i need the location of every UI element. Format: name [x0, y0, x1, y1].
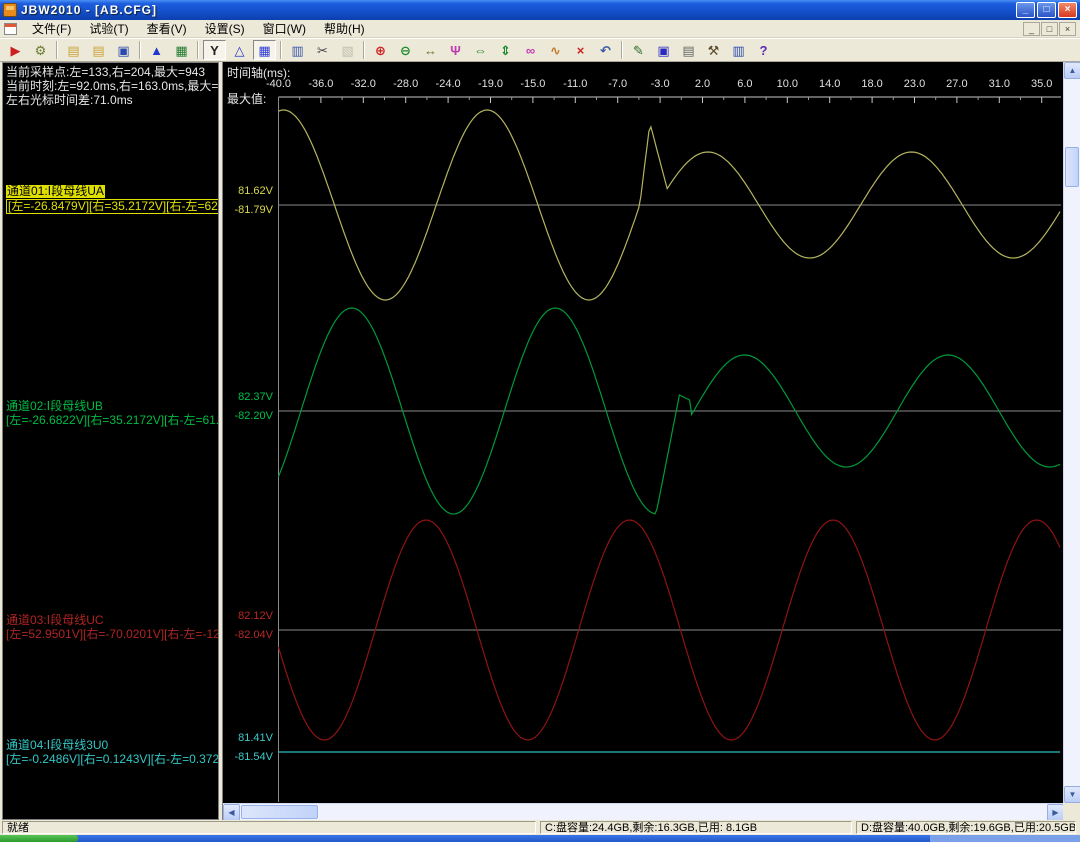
cursor-info: 当前采样点:左=133,右=204,最大=943 当前时刻:左=92.0ms,右…	[6, 65, 219, 107]
channel-block-2[interactable]: 通道02:Ⅰ段母线UB [左=-26.6822V][右=35.2172V][右-…	[6, 399, 219, 427]
tools-hammer-button[interactable]: ⚒	[702, 40, 725, 60]
channel-2-values: [左=-26.6822V][右=35.2172V][右-左=61.8994V]	[6, 414, 219, 427]
channel-4-values: [左=-0.2486V][右=0.1243V][右-左=0.3729V]	[6, 753, 219, 766]
run-button[interactable]: ▶	[4, 40, 27, 60]
compress-time-button[interactable]: ↔	[419, 40, 442, 60]
toolbar-separator	[139, 41, 141, 59]
undo-button[interactable]: ↶	[594, 40, 617, 60]
horizontal-scroll-thumb[interactable]	[241, 805, 318, 819]
overlap-waves-button[interactable]: ∞	[519, 40, 542, 60]
app-window: JBW2010 - [AB.CFG] _ □ × 文件(F)试验(T)查看(V)…	[0, 0, 1080, 842]
toolbar-separator	[363, 41, 365, 59]
status-disk-c: C:盘容量:24.4GB,剩余:16.3GB,已用: 8.1GB	[540, 821, 852, 834]
scroll-left-button[interactable]: ◀	[223, 804, 240, 820]
delta-mode-button[interactable]: △	[228, 40, 251, 60]
cursor-select-button[interactable]: Ψ	[444, 40, 467, 60]
channel-3-values: [左=52.9501V][右=-70.0201V][右-左=-122.9702V…	[6, 628, 219, 641]
menu-item-window[interactable]: 窗口(W)	[254, 19, 315, 38]
cursor-delta-line: 左右光标时间差:71.0ms	[6, 93, 219, 107]
expand-time-button[interactable]: ⇔	[469, 40, 492, 60]
scroll-right-button[interactable]: ▶	[1047, 804, 1064, 820]
child-window-icon	[4, 23, 17, 35]
delete-wave-button[interactable]: ×	[569, 40, 592, 60]
waveform-plot[interactable]	[223, 62, 1064, 803]
edit-notes-button[interactable]: ✎	[627, 40, 650, 60]
main-area: 当前采样点:左=133,右=204,最大=943 当前时刻:左=92.0ms,右…	[0, 62, 1080, 820]
horizontal-scrollbar[interactable]: ◀ ▶	[223, 803, 1064, 820]
system-tray	[930, 835, 1080, 842]
vertical-scrollbar[interactable]: ▲ ▼	[1063, 62, 1080, 803]
vertical-scroll-thumb[interactable]	[1065, 147, 1079, 187]
channel-2-title: 通道02:Ⅰ段母线UB	[6, 400, 103, 413]
wave-window-button[interactable]: ▦	[253, 40, 276, 60]
app-icon	[3, 3, 17, 17]
y-axis-mode-button[interactable]: Y	[203, 40, 226, 60]
channel-info-panel: 当前采样点:左=133,右=204,最大=943 当前时刻:左=92.0ms,右…	[2, 62, 219, 820]
title-bar: JBW2010 - [AB.CFG] _ □ ×	[0, 0, 1080, 20]
save-button[interactable]: ▣	[112, 40, 135, 60]
menu-item-settings[interactable]: 设置(S)	[196, 19, 254, 38]
channel-3-title: 通道03:Ⅰ段母线UC	[6, 614, 104, 627]
menu-item-help[interactable]: 帮助(H)	[315, 19, 374, 38]
help-button[interactable]: ?	[752, 40, 775, 60]
toolbar-separator	[280, 41, 282, 59]
start-button[interactable]	[0, 835, 78, 842]
menu-bar: 文件(F)试验(T)查看(V)设置(S)窗口(W)帮助(H) _ □ ×	[0, 20, 1080, 38]
bitmap-view-button[interactable]: ▦	[170, 40, 193, 60]
status-disk-d: D:盘容量:40.0GB,剩余:19.6GB,已用:20.5GB	[856, 821, 1076, 834]
copy-button[interactable]: ▥	[286, 40, 309, 60]
child-minimize-button[interactable]: _	[1023, 22, 1040, 36]
scroll-down-button[interactable]: ▼	[1064, 786, 1080, 803]
minimize-button[interactable]: _	[1016, 2, 1035, 18]
scroll-up-button[interactable]: ▲	[1064, 62, 1080, 79]
current-time-line: 当前时刻:左=92.0ms,右=163.0ms,最大=3659.0ms	[6, 79, 219, 93]
monitor-view-button[interactable]: ▣	[652, 40, 675, 60]
sine-ref-button[interactable]: ∿	[544, 40, 567, 60]
channel-block-3[interactable]: 通道03:Ⅰ段母线UC [左=52.9501V][右=-70.0201V][右-…	[6, 613, 219, 641]
toolbar-separator	[197, 41, 199, 59]
scrollbar-corner	[1063, 803, 1080, 820]
close-button[interactable]: ×	[1058, 2, 1077, 18]
zoom-out-button[interactable]: ⊖	[394, 40, 417, 60]
paste-button[interactable]: ▧	[336, 40, 359, 60]
child-close-button[interactable]: ×	[1059, 22, 1076, 36]
channel-block-4[interactable]: 通道04:Ⅰ段母线3U0 [左=-0.2486V][右=0.1243V][右-左…	[6, 738, 219, 766]
menu-item-test[interactable]: 试验(T)	[80, 19, 137, 38]
zoom-in-button[interactable]: ⊕	[369, 40, 392, 60]
open-config-button[interactable]: ▤	[62, 40, 85, 60]
status-ready: 就绪	[2, 821, 536, 834]
sample-points-line: 当前采样点:左=133,右=204,最大=943	[6, 65, 219, 79]
settings-gears-button[interactable]: ⚙	[29, 40, 52, 60]
os-taskbar[interactable]	[0, 835, 1080, 842]
toolbar-separator	[56, 41, 58, 59]
expand-amplitude-button[interactable]: ⇕	[494, 40, 517, 60]
menu-item-file[interactable]: 文件(F)	[23, 19, 80, 38]
mark-a-button[interactable]: ▲	[145, 40, 168, 60]
waveform-chart-area[interactable]: 时间轴(ms): 最大值: -40.0-36.0-32.0-28.0-24.0-…	[222, 62, 1080, 820]
channel-block-1[interactable]: 通道01:Ⅰ段母线UA [左=-26.8479V][右=35.2172V][右-…	[6, 184, 219, 214]
window-title: JBW2010 - [AB.CFG]	[21, 3, 1016, 17]
print-button[interactable]: ▤	[677, 40, 700, 60]
data-list-button[interactable]: ▥	[727, 40, 750, 60]
channel-1-title: 通道01:Ⅰ段母线UA	[6, 185, 105, 198]
cut-button[interactable]: ✂	[311, 40, 334, 60]
open-wave-button[interactable]: ▤	[87, 40, 110, 60]
restore-button[interactable]: □	[1037, 2, 1056, 18]
toolbar: ▶⚙▤▤▣▲▦Y△▦▥✂▧⊕⊖↔Ψ⇔⇕∞∿×↶✎▣▤⚒▥?	[0, 38, 1080, 62]
child-restore-button[interactable]: □	[1041, 22, 1058, 36]
menu-item-view[interactable]: 查看(V)	[138, 19, 196, 38]
channel-1-values: [左=-26.8479V][右=35.2172V][右-左=62.0651V]	[6, 199, 219, 214]
toolbar-separator	[621, 41, 623, 59]
status-bar: 就绪 C:盘容量:24.4GB,剩余:16.3GB,已用: 8.1GB D:盘容…	[0, 820, 1080, 835]
channel-4-title: 通道04:Ⅰ段母线3U0	[6, 739, 108, 752]
